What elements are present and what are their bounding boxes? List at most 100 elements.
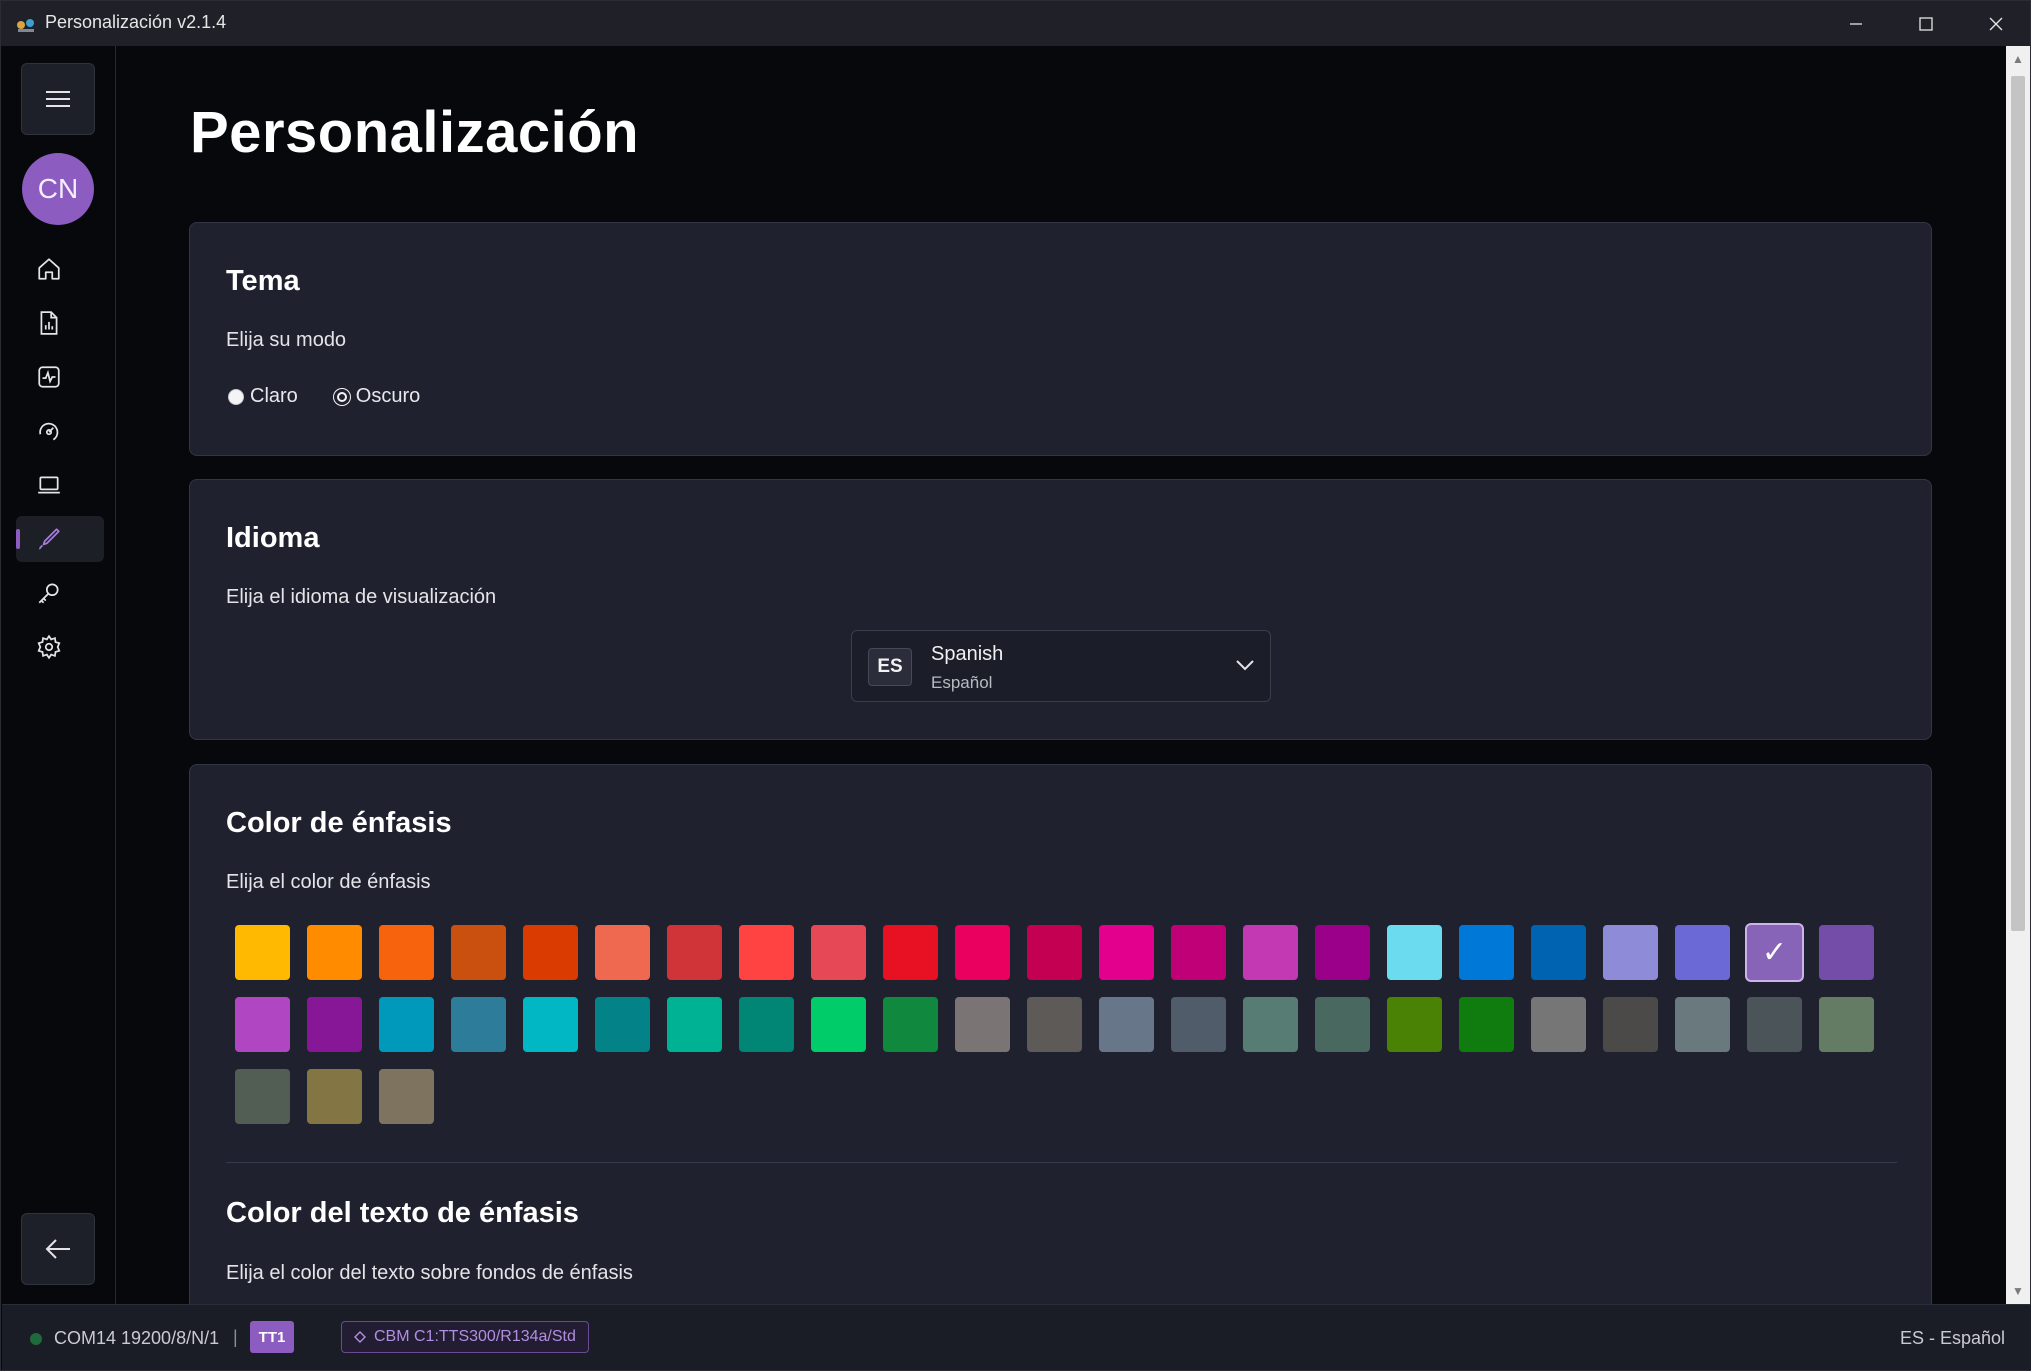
accent-swatch[interactable] — [1099, 997, 1154, 1052]
accent-swatch[interactable] — [307, 997, 362, 1052]
accent-swatch[interactable] — [379, 1069, 434, 1124]
accent-swatch[interactable] — [883, 925, 938, 980]
minimize-button[interactable] — [1821, 1, 1891, 46]
accent-swatch[interactable] — [307, 1069, 362, 1124]
accent-swatch[interactable] — [1531, 997, 1586, 1052]
home-icon — [38, 258, 60, 280]
nav-settings[interactable] — [16, 624, 104, 670]
accent-swatch[interactable] — [1603, 997, 1658, 1052]
radio-dark-label[interactable]: Oscuro — [356, 385, 420, 408]
accent-swatch[interactable] — [379, 925, 434, 980]
nav-devices[interactable] — [16, 462, 104, 508]
accent-swatch[interactable] — [1675, 997, 1730, 1052]
accent-swatch[interactable] — [1099, 925, 1154, 980]
accent-swatch[interactable] — [1171, 925, 1226, 980]
page-title: Personalización — [190, 100, 640, 165]
theme-card-title: Tema — [226, 265, 300, 297]
hamburger-icon — [46, 91, 70, 107]
nav-reports[interactable] — [16, 300, 104, 346]
connection-status-dot — [30, 1333, 42, 1345]
accent-swatch[interactable] — [1315, 925, 1370, 980]
accent-swatch[interactable] — [1675, 925, 1730, 980]
radio-light[interactable] — [228, 388, 244, 405]
app-logo-icon — [17, 19, 34, 32]
key-icon — [38, 583, 59, 604]
maximize-button[interactable] — [1891, 1, 1961, 46]
accent-swatch[interactable] — [667, 997, 722, 1052]
nav-monitor[interactable] — [16, 354, 104, 400]
accent-swatch[interactable] — [523, 997, 578, 1052]
arrow-left-icon — [45, 1239, 70, 1259]
accent-swatch[interactable] — [379, 997, 434, 1052]
close-button[interactable] — [1961, 1, 2031, 46]
accent-swatch[interactable] — [1747, 997, 1802, 1052]
cbm-config-text: CBM C1:TTS300/R134a/Std — [374, 1328, 576, 1345]
accent-text-card-subtitle: Elija el color del texto sobre fondos de… — [226, 1262, 633, 1284]
accent-swatch[interactable] — [595, 925, 650, 980]
back-button[interactable] — [21, 1213, 95, 1285]
scrollbar[interactable]: ▲ ▼ — [2006, 46, 2030, 1304]
chevron-down-icon — [1236, 660, 1254, 671]
nav-home[interactable] — [16, 246, 104, 292]
accent-swatch[interactable] — [451, 925, 506, 980]
close-icon — [1989, 17, 2003, 30]
accent-swatch[interactable] — [1315, 997, 1370, 1052]
radio-dark[interactable] — [333, 388, 350, 405]
language-dropdown[interactable]: ES Spanish Español — [851, 630, 1271, 702]
nav-tools[interactable] — [16, 570, 104, 616]
accent-swatch[interactable] — [1531, 925, 1586, 980]
nav-personalization[interactable] — [16, 516, 104, 562]
accent-swatch[interactable] — [1459, 925, 1514, 980]
radio-light-label[interactable]: Claro — [250, 385, 298, 408]
gear-icon — [37, 634, 61, 660]
status-bar: COM14 19200/8/N/1 | TT1 CBM C1:TTS300/R1… — [2, 1304, 2031, 1370]
accent-swatch[interactable] — [1819, 925, 1874, 980]
accent-swatch[interactable] — [667, 925, 722, 980]
title-bar: Personalización v2.1.4 — [1, 1, 2030, 46]
scroll-down-icon[interactable]: ▼ — [2011, 1284, 2025, 1298]
accent-swatch[interactable] — [1171, 997, 1226, 1052]
accent-swatch[interactable] — [451, 997, 506, 1052]
nav-calibration[interactable] — [16, 408, 104, 454]
language-card-subtitle: Elija el idioma de visualización — [226, 586, 497, 608]
accent-swatch[interactable] — [523, 925, 578, 980]
accent-card: Color de énfasis Elija el color de énfas… — [189, 764, 1932, 1324]
cbm-config-badge[interactable]: CBM C1:TTS300/R134a/Std — [341, 1321, 589, 1353]
accent-swatch[interactable] — [1387, 997, 1442, 1052]
app-window: Personalización v2.1.4 CN Personalizació… — [0, 0, 2031, 1371]
accent-swatch[interactable] — [235, 925, 290, 980]
status-language[interactable]: ES - Español — [1900, 1328, 2005, 1349]
accent-swatch[interactable] — [1387, 925, 1442, 980]
accent-swatch[interactable] — [1459, 997, 1514, 1052]
maximize-icon — [1919, 16, 1933, 31]
accent-swatch[interactable] — [1819, 997, 1874, 1052]
theme-radio-group: Claro Oscuro — [228, 385, 456, 408]
accent-swatch[interactable] — [739, 925, 794, 980]
accent-swatch[interactable] — [883, 997, 938, 1052]
accent-swatch[interactable] — [235, 997, 290, 1052]
diamond-icon — [354, 1331, 366, 1343]
accent-swatch[interactable] — [811, 997, 866, 1052]
accent-swatch[interactable] — [235, 1069, 290, 1124]
menu-toggle-button[interactable] — [21, 63, 95, 135]
accent-swatch[interactable] — [1243, 925, 1298, 980]
accent-swatch[interactable] — [595, 997, 650, 1052]
accent-swatch[interactable] — [739, 997, 794, 1052]
accent-swatch[interactable] — [1027, 997, 1082, 1052]
user-avatar[interactable]: CN — [22, 153, 94, 225]
accent-swatch[interactable] — [1603, 925, 1658, 980]
accent-swatch[interactable] — [1027, 925, 1082, 980]
accent-swatch[interactable] — [1243, 997, 1298, 1052]
accent-swatch[interactable] — [955, 997, 1010, 1052]
accent-card-title: Color de énfasis — [226, 807, 452, 839]
scroll-up-icon[interactable]: ▲ — [2011, 52, 2025, 66]
language-native-name: Español — [931, 673, 993, 692]
device-badge[interactable]: TT1 — [250, 1321, 294, 1353]
section-divider — [226, 1162, 1897, 1163]
accent-swatch[interactable]: ✓ — [1747, 925, 1802, 980]
accent-swatch[interactable] — [307, 925, 362, 980]
gauge-icon — [39, 422, 59, 441]
scroll-thumb[interactable] — [2011, 76, 2025, 931]
accent-swatch[interactable] — [811, 925, 866, 980]
accent-swatch[interactable] — [955, 925, 1010, 980]
